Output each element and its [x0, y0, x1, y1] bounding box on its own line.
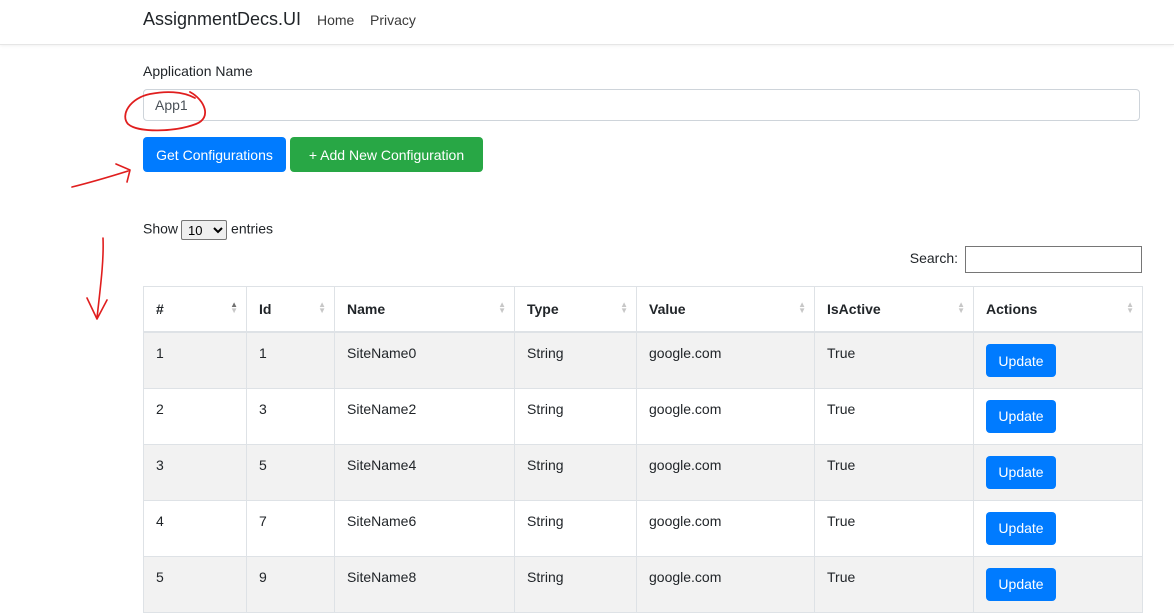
cell-number: 5 — [143, 555, 247, 613]
column-header-name[interactable]: Name ▲ ▼ — [334, 286, 515, 333]
column-header-value[interactable]: Value ▲ ▼ — [636, 286, 815, 333]
search-input[interactable] — [965, 246, 1142, 273]
cell-type: String — [514, 555, 637, 613]
cell-type: String — [514, 443, 637, 501]
sort-icon: ▲ ▼ — [230, 300, 238, 315]
cell-value: google.com — [636, 443, 815, 501]
cell-value: google.com — [636, 499, 815, 557]
add-new-configuration-button[interactable]: + Add New Configuration — [290, 137, 483, 172]
column-header-actions[interactable]: Actions ▲ ▼ — [973, 286, 1143, 333]
cell-name: SiteName6 — [334, 499, 515, 557]
get-configurations-button[interactable]: Get Configurations — [143, 137, 286, 172]
sort-icon: ▲ ▼ — [798, 300, 806, 315]
cell-isactive: True — [814, 387, 974, 445]
update-button[interactable]: Update — [986, 455, 1056, 489]
table-row: 5 9 SiteName8 String google.com True Upd… — [143, 555, 1143, 613]
table-row: 1 1 SiteName0 String google.com True Upd… — [143, 331, 1143, 389]
cell-isactive: True — [814, 443, 974, 501]
entries-label: entries — [231, 220, 274, 237]
table-row: 3 5 SiteName4 String google.com True Upd… — [143, 443, 1143, 501]
cell-isactive: True — [814, 555, 974, 613]
cell-number: 1 — [143, 331, 247, 389]
cell-name: SiteName8 — [334, 555, 515, 613]
column-header-id[interactable]: Id ▲ ▼ — [246, 286, 335, 333]
column-header-number[interactable]: # ▲ ▼ — [143, 286, 247, 333]
cell-actions: Update — [973, 331, 1143, 389]
cell-type: String — [514, 387, 637, 445]
cell-id: 5 — [246, 443, 335, 501]
brand[interactable]: AssignmentDecs.UI — [143, 9, 301, 30]
hand-drawn-arrow-right — [71, 163, 131, 188]
configurations-table: # ▲ ▼ Id ▲ ▼ Name ▲ ▼ Type ▲ ▼ Value ▲ ▼ IsActive ▲… — [143, 286, 1143, 613]
update-button[interactable]: Update — [986, 511, 1056, 545]
update-button[interactable]: Update — [986, 344, 1056, 377]
configurations-table-wrapper: # ▲ ▼ Id ▲ ▼ Name ▲ ▼ Type ▲ ▼ Value ▲ ▼ IsActive ▲… — [143, 286, 1143, 613]
cell-id: 1 — [246, 331, 335, 389]
cell-id: 7 — [246, 499, 335, 557]
application-name-label: Application Name — [143, 63, 253, 79]
table-row: 2 3 SiteName2 String google.com True Upd… — [143, 387, 1143, 445]
sort-icon: ▲ ▼ — [318, 300, 326, 315]
application-name-input[interactable] — [143, 89, 1140, 121]
table-header-row: # ▲ ▼ Id ▲ ▼ Name ▲ ▼ Type ▲ ▼ Value ▲ ▼ IsActive ▲… — [143, 286, 1143, 333]
table-row: 4 7 SiteName6 String google.com True Upd… — [143, 499, 1143, 557]
sort-icon: ▲ ▼ — [957, 300, 965, 315]
cell-type: String — [514, 499, 637, 557]
sort-icon: ▲ ▼ — [620, 300, 628, 315]
cell-name: SiteName0 — [334, 331, 515, 389]
hand-drawn-arrow-down — [86, 237, 108, 320]
cell-actions: Update — [973, 555, 1143, 613]
column-header-type[interactable]: Type ▲ ▼ — [514, 286, 637, 333]
cell-actions: Update — [973, 499, 1143, 557]
cell-type: String — [514, 331, 637, 389]
nav-privacy-link[interactable]: Privacy — [370, 12, 416, 28]
cell-name: SiteName4 — [334, 443, 515, 501]
cell-number: 4 — [143, 499, 247, 557]
cell-actions: Update — [973, 387, 1143, 445]
page-length-select[interactable]: 10 — [181, 220, 228, 240]
cell-id: 3 — [246, 387, 335, 445]
cell-isactive: True — [814, 499, 974, 557]
update-button[interactable]: Update — [986, 399, 1056, 433]
sort-icon: ▲ ▼ — [1126, 300, 1134, 315]
cell-id: 9 — [246, 555, 335, 613]
cell-value: google.com — [636, 331, 815, 389]
navbar: AssignmentDecs.UI Home Privacy — [0, 0, 1174, 45]
table-search: Search: — [910, 246, 1142, 273]
cell-number: 2 — [143, 387, 247, 445]
entries-length-control: Show 10 entries — [143, 220, 273, 240]
cell-isactive: True — [814, 331, 974, 389]
update-button[interactable]: Update — [986, 567, 1056, 601]
column-header-isactive[interactable]: IsActive ▲ ▼ — [814, 286, 974, 333]
cell-number: 3 — [143, 443, 247, 501]
show-label: Show — [143, 220, 179, 237]
sort-icon: ▲ ▼ — [498, 300, 506, 315]
nav-home-link[interactable]: Home — [317, 12, 354, 28]
search-label: Search: — [909, 250, 958, 267]
cell-value: google.com — [636, 555, 815, 613]
cell-value: google.com — [636, 387, 815, 445]
cell-name: SiteName2 — [334, 387, 515, 445]
cell-actions: Update — [973, 443, 1143, 501]
